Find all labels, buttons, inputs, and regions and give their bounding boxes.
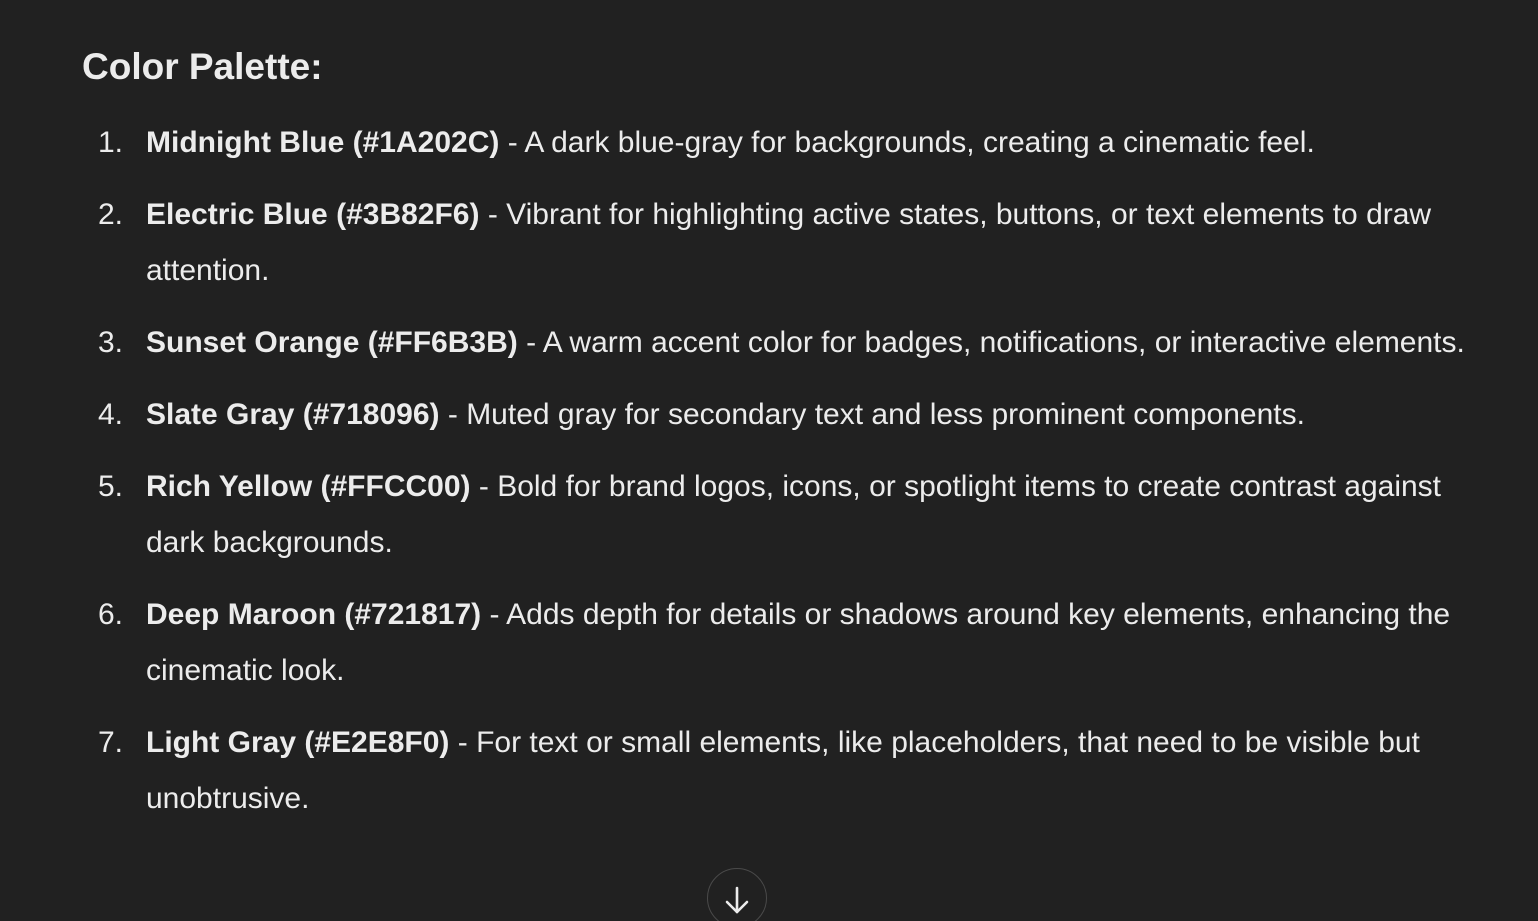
color-description: - A dark blue-gray for backgrounds, crea… bbox=[499, 126, 1315, 159]
color-description: - Muted gray for secondary text and less… bbox=[439, 398, 1305, 431]
color-description: - A warm accent color for badges, notifi… bbox=[517, 326, 1465, 359]
list-item-number: 1. bbox=[98, 126, 124, 159]
list-item: 5. Rich Yellow (#FFCC00) - Bold for brand… bbox=[82, 459, 1502, 571]
section-heading: Color Palette: bbox=[82, 46, 323, 87]
list-item-number: 6. bbox=[98, 598, 124, 631]
list-item-number: 3. bbox=[98, 326, 124, 359]
list-item: 2. Electric Blue (#3B82F6) - Vibrant for … bbox=[82, 187, 1502, 299]
list-item: 1. Midnight Blue (#1A202C) - A dark blue-… bbox=[82, 115, 1502, 171]
list-item-number: 4. bbox=[98, 398, 124, 431]
color-name: Sunset Orange (#FF6B3B) bbox=[146, 326, 518, 359]
color-name: Slate Gray (#718096) bbox=[146, 398, 440, 431]
color-name: Midnight Blue (#1A202C) bbox=[146, 126, 500, 159]
list-item: 7. Light Gray (#E2E8F0) - For text or sma… bbox=[82, 715, 1502, 827]
list-item-number: 7. bbox=[98, 726, 124, 759]
list-item: 3. Sunset Orange (#FF6B3B) - A warm accen… bbox=[82, 315, 1502, 371]
list-item-number: 5. bbox=[98, 470, 124, 503]
arrow-down-icon bbox=[725, 886, 749, 914]
color-name: Deep Maroon (#721817) bbox=[146, 598, 482, 631]
list-item: 4. Slate Gray (#718096) - Muted gray for … bbox=[82, 387, 1502, 443]
list-item-number: 2. bbox=[98, 198, 124, 231]
color-name: Light Gray (#E2E8F0) bbox=[146, 726, 450, 759]
color-name: Rich Yellow (#FFCC00) bbox=[146, 470, 471, 503]
list-item: 6. Deep Maroon (#721817) - Adds depth for… bbox=[82, 587, 1502, 699]
scroll-to-bottom-button[interactable] bbox=[707, 868, 767, 921]
color-palette-list: 1. Midnight Blue (#1A202C) - A dark blue-… bbox=[82, 115, 1502, 843]
color-name: Electric Blue (#3B82F6) bbox=[146, 198, 480, 231]
